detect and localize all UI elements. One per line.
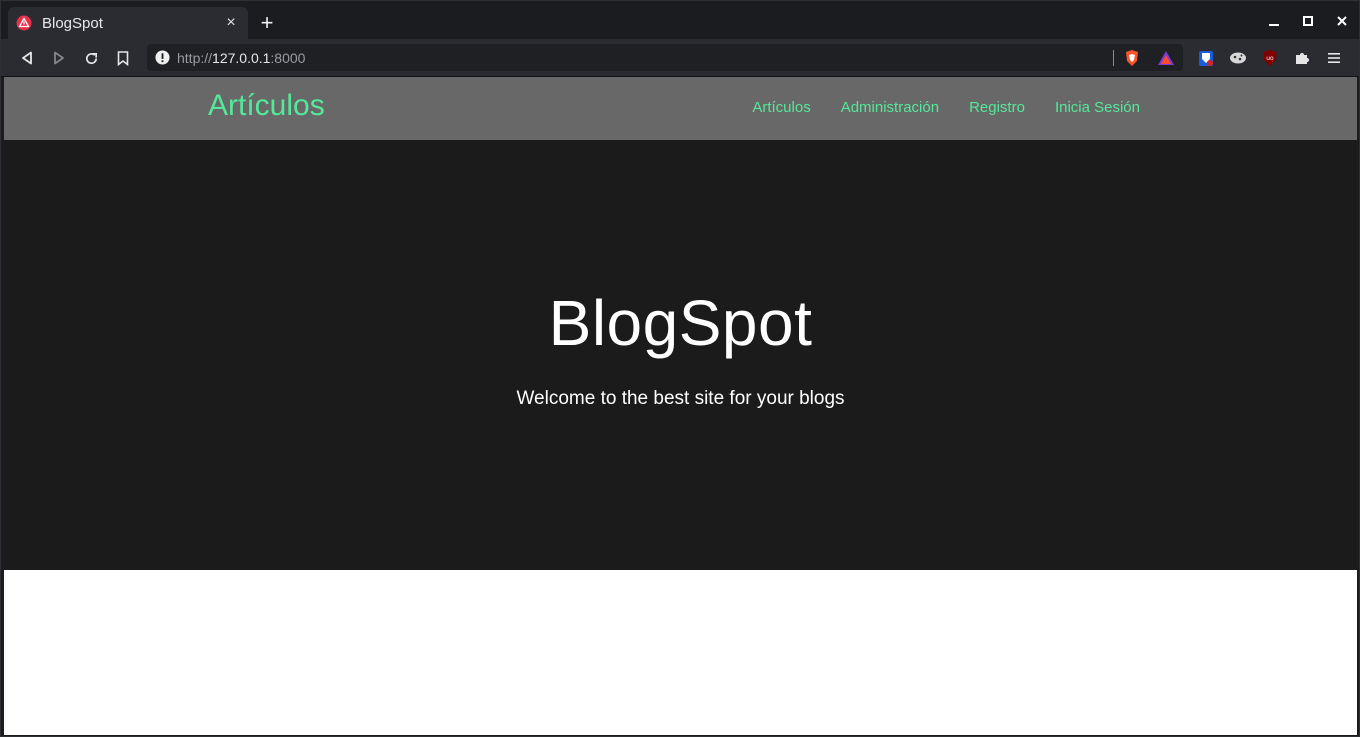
window-controls (1257, 7, 1359, 35)
close-icon[interactable] (1325, 7, 1359, 35)
nav-link-inicia-sesion[interactable]: Inicia Sesión (1055, 99, 1140, 116)
brave-rewards-icon[interactable] (1156, 48, 1176, 68)
tab-blogspot[interactable]: BlogSpot × (8, 7, 248, 39)
svg-text:uo: uo (1266, 55, 1274, 62)
minimize-icon[interactable] (1257, 7, 1291, 35)
site-navbar: Artículos Artículos Administración Regis… (4, 77, 1357, 140)
url-scheme: http:// (177, 49, 213, 66)
site-brand-link[interactable]: Artículos (208, 89, 325, 123)
address-bar[interactable]: http://127.0.0.1:8000 (147, 44, 1183, 71)
menu-icon[interactable] (1324, 48, 1344, 68)
tab-strip: BlogSpot × + (1, 1, 1359, 39)
browser-window: BlogSpot × + http://127.0.0.1:8000 uo Ar… (0, 0, 1360, 737)
tab-title: BlogSpot (42, 14, 103, 32)
bookmark-icon[interactable] (112, 47, 134, 69)
browser-toolbar: http://127.0.0.1:8000 uo (1, 39, 1359, 77)
hero-title: BlogSpot (548, 287, 813, 359)
tab-close-icon[interactable]: × (222, 14, 240, 32)
site-nav-links: Artículos Administración Registro Inicia… (752, 99, 1140, 116)
ublock-icon[interactable]: uo (1260, 48, 1280, 68)
bitwarden-icon[interactable] (1196, 48, 1216, 68)
brave-shields-icon[interactable] (1122, 48, 1142, 68)
hero-section: BlogSpot Welcome to the best site for yo… (4, 140, 1357, 570)
puzzle-extensions-icon[interactable] (1292, 48, 1312, 68)
maximize-icon[interactable] (1291, 7, 1325, 35)
nav-link-articulos[interactable]: Artículos (752, 99, 810, 116)
address-divider (1113, 50, 1114, 66)
url-port: :8000 (270, 49, 306, 66)
brave-warning-favicon-icon (16, 15, 32, 31)
url-text: http://127.0.0.1:8000 (177, 50, 305, 66)
nav-link-registro[interactable]: Registro (969, 99, 1025, 116)
web-page: Artículos Artículos Administración Regis… (4, 77, 1357, 735)
cookie-icon[interactable] (1228, 48, 1248, 68)
back-icon[interactable] (16, 47, 38, 69)
hero-subtitle: Welcome to the best site for your blogs (516, 388, 845, 409)
reload-icon[interactable] (80, 47, 102, 69)
nav-link-administracion[interactable]: Administración (841, 99, 939, 116)
forward-icon[interactable] (48, 47, 70, 69)
url-host: 127.0.0.1 (212, 49, 271, 66)
site-info-icon[interactable] (147, 50, 177, 65)
new-tab-button[interactable]: + (257, 11, 277, 35)
